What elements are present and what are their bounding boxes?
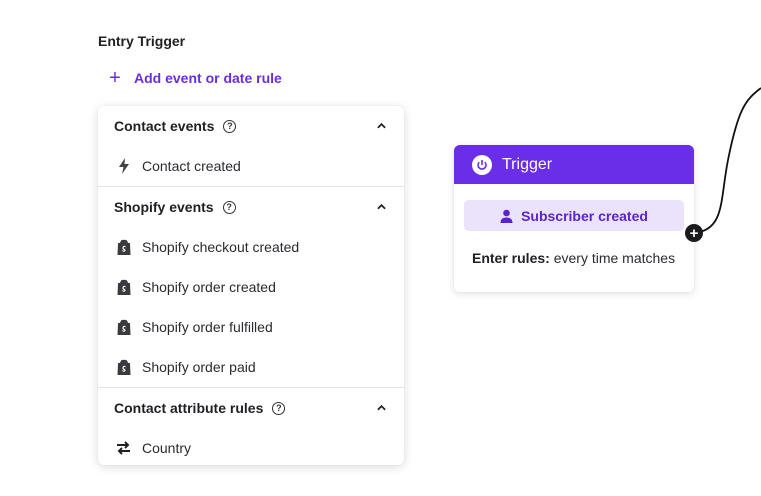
add-connection-icon[interactable]: + — [685, 224, 703, 242]
enter-rules: Enter rules: every time matches — [472, 250, 675, 266]
person-icon — [500, 209, 513, 223]
trigger-header: Trigger — [454, 145, 694, 184]
trigger-card[interactable]: Trigger Subscriber created Enter rules: … — [454, 145, 694, 292]
enter-rules-value: every time matches — [553, 250, 676, 266]
enter-rules-label: Enter rules: — [472, 250, 550, 266]
trigger-title: Trigger — [502, 155, 553, 173]
subscriber-created-label: Subscriber created — [521, 207, 648, 224]
subscriber-created-button[interactable]: Subscriber created — [464, 200, 684, 231]
power-icon — [472, 154, 492, 175]
